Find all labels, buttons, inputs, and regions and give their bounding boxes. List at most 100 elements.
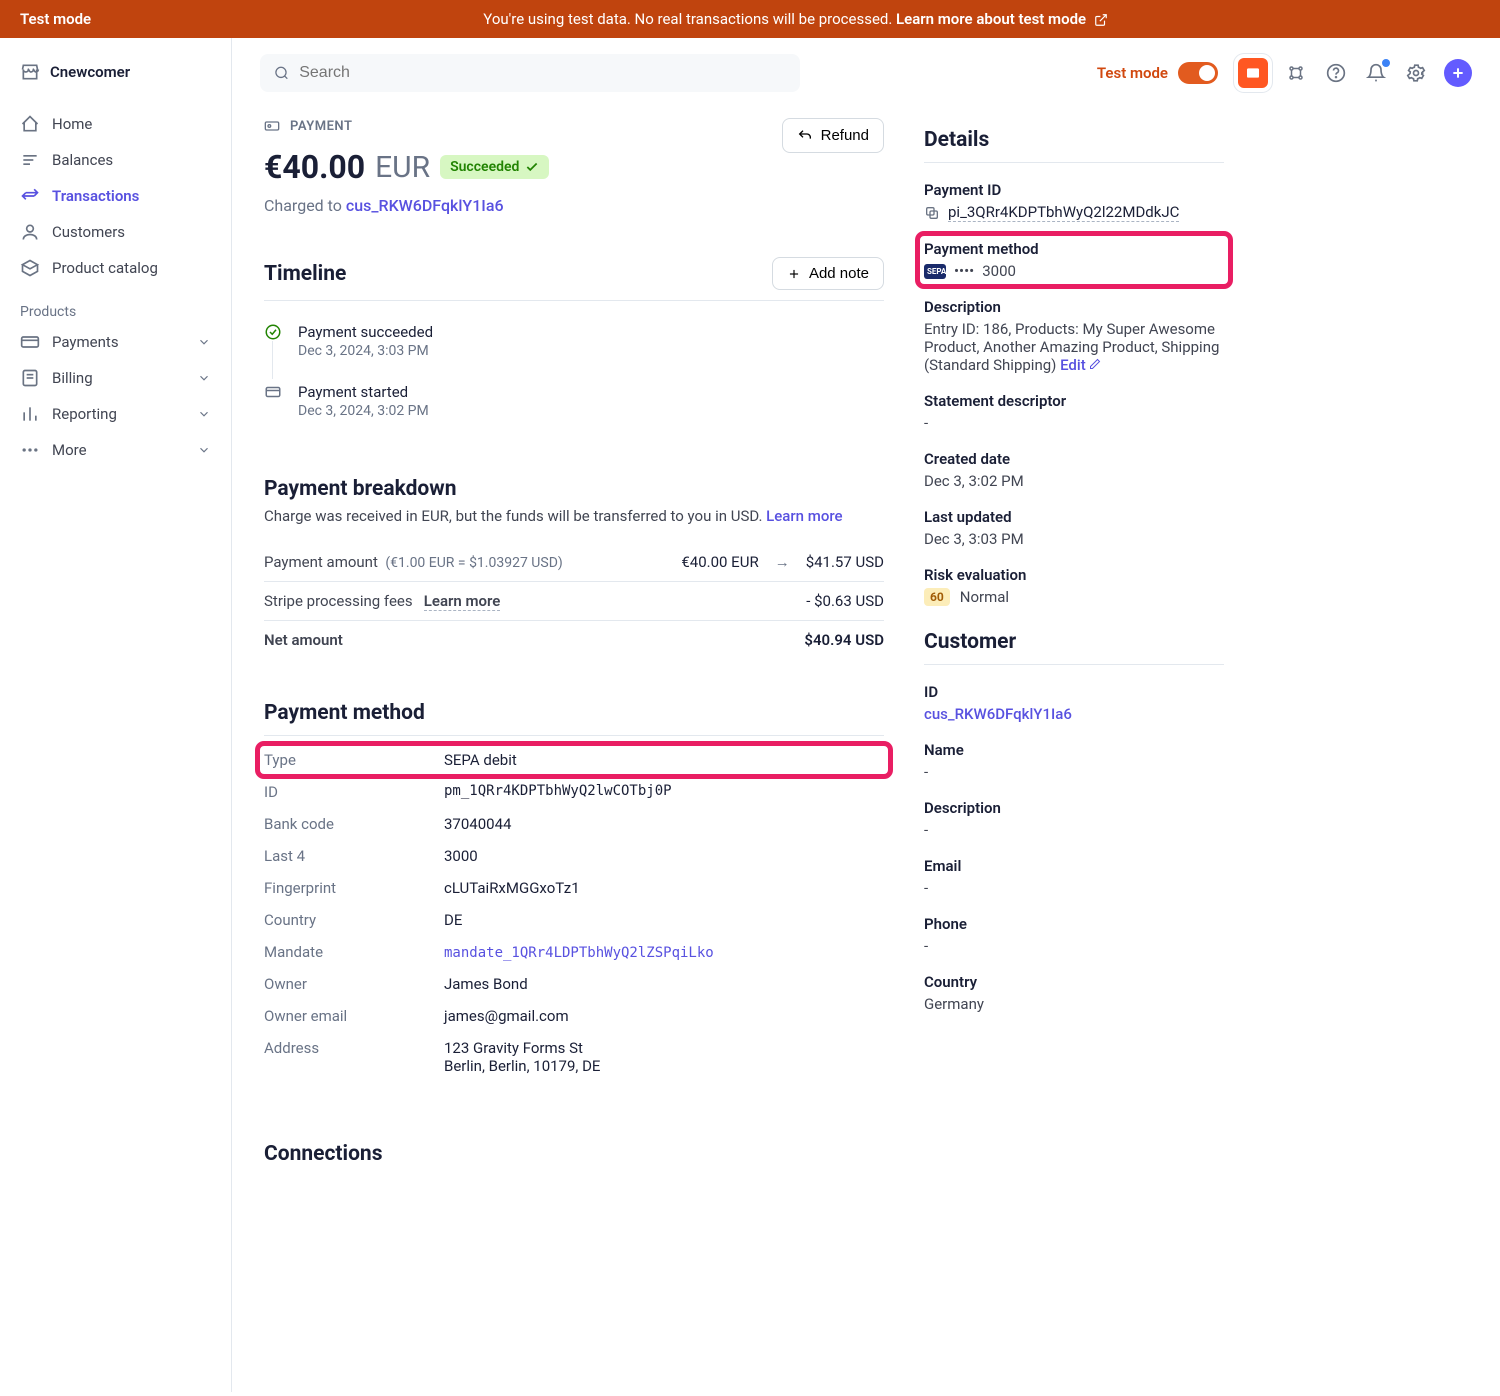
toggle-switch[interactable] [1178,62,1218,84]
timeline-item: Payment started Dec 3, 2024, 3:02 PM [264,375,884,435]
app-switcher-button[interactable] [1238,58,1268,88]
external-link-icon [1094,13,1108,27]
breakdown-row-net: Net amount $40.94 USD [264,621,884,659]
bell-icon [1366,63,1386,83]
refund-button[interactable]: Refund [782,118,884,153]
catalog-icon [20,258,40,278]
plus-icon [1450,65,1466,81]
check-circle-icon [264,323,282,341]
undo-icon [797,128,813,144]
nav-billing[interactable]: Billing [0,360,231,396]
check-icon [525,160,539,174]
customer-link[interactable]: cus_RKW6DFqklY1Ia6 [346,196,504,215]
payment-amount: €40.00 [264,148,365,186]
nav-customers[interactable]: Customers [0,214,231,250]
plus-icon [787,267,801,281]
top-actions [1238,58,1472,88]
copy-icon[interactable] [924,205,940,221]
sidebar: Cnewcomer Home Balances Transactions Cus… [0,38,232,1392]
grid-icon [1287,64,1305,82]
nav-home[interactable]: Home [0,106,231,142]
pencil-icon [1089,358,1101,370]
pm-row-fingerprint: Fingerprint cLUTaiRxMGGxoTz1 [264,872,884,904]
chevron-down-icon [197,407,211,421]
search-box[interactable] [260,54,800,92]
help-button[interactable] [1324,61,1348,85]
breakdown-learn-more-link[interactable]: Learn more [766,507,842,525]
customer-id-link[interactable]: cus_RKW6DFqklY1Ia6 [924,705,1072,723]
pm-row-owner-email: Owner email james@gmail.com [264,1000,884,1032]
create-button[interactable] [1444,59,1472,87]
customer-section-title: Customer [924,630,1224,654]
apps-grid-button[interactable] [1284,61,1308,85]
payment-currency: EUR [375,150,430,185]
left-column: PAYMENT €40.00 EUR Succeeded Charged to [264,118,884,1170]
card-icon [264,383,282,401]
pm-row-last4: Last 4 3000 [264,840,884,872]
pm-row-mandate: Mandate mandate_1QRr4LDPTbhWyQ2lZSPqiLko [264,936,884,968]
pm-row-type: Type SEPA debit [258,744,890,776]
pm-row-id: ID pm_1QRr4KDPTbhWyQ2lwCOTbj0P [264,776,884,808]
more-icon [20,440,40,460]
chevron-down-icon [197,443,211,457]
customers-icon [20,222,40,242]
reporting-icon [20,404,40,424]
nav-product-catalog[interactable]: Product catalog [0,250,231,286]
transactions-icon [20,186,40,206]
banner-title: Test mode [20,10,91,28]
banner-learn-more-link[interactable]: Learn more about test mode [896,10,1086,28]
breakdown-row: Payment amount (€1.00 EUR = $1.03927 USD… [264,543,884,582]
store-icon [20,62,40,82]
notifications-button[interactable] [1364,61,1388,85]
payments-icon [20,332,40,352]
fees-learn-more-link[interactable]: Learn more [424,592,501,611]
breakdown-title: Payment breakdown [264,477,456,501]
timeline-title: Timeline [264,262,346,286]
connections-title: Connections [264,1142,383,1166]
pm-row-owner: Owner James Bond [264,968,884,1000]
edit-description-button[interactable]: Edit [1060,356,1101,374]
workspace-selector[interactable]: Cnewcomer [0,54,231,106]
help-icon [1326,63,1346,83]
payment-eyebrow: PAYMENT [264,118,549,134]
nav-payments[interactable]: Payments [0,324,231,360]
breakdown-description: Charge was received in EUR, but the fund… [264,507,884,525]
chevron-down-icon [197,371,211,385]
pm-row-country: Country DE [264,904,884,936]
timeline-item: Payment succeeded Dec 3, 2024, 3:03 PM [264,315,884,375]
add-note-button[interactable]: Add note [772,257,884,290]
gear-icon [1406,63,1426,83]
details-title: Details [924,128,1224,152]
test-mode-toggle[interactable]: Test mode [1097,62,1218,84]
billing-icon [20,368,40,388]
search-icon [274,65,289,81]
breakdown-row: Stripe processing fees Learn more - $0.6… [264,582,884,621]
nav-more[interactable]: More [0,432,231,468]
sepa-badge-icon: SEPA [924,264,946,279]
pm-row-bankcode: Bank code 37040044 [264,808,884,840]
nav-section-products: Products [0,286,231,324]
pm-section-title: Payment method [264,701,425,725]
main-content: Test mode [232,38,1500,1392]
risk-score-badge: 60 [924,588,950,606]
message-icon [1245,65,1261,81]
payment-icon [264,118,280,134]
chevron-down-icon [197,335,211,349]
details-payment-method: Payment method SEPA •••• 3000 [918,234,1230,286]
mandate-link[interactable]: mandate_1QRr4LDPTbhWyQ2lZSPqiLko [444,945,714,961]
nav-reporting[interactable]: Reporting [0,396,231,432]
home-icon [20,114,40,134]
pm-row-address: Address 123 Gravity Forms St Berlin, Ber… [264,1032,884,1082]
settings-button[interactable] [1404,61,1428,85]
details-panel: Details Payment ID pi_3QRr4KDPTbhWyQ2l22… [924,118,1224,1170]
search-input[interactable] [299,64,786,82]
topbar: Test mode [232,38,1500,108]
charged-to: Charged to cus_RKW6DFqklY1Ia6 [264,196,549,215]
payment-id-link[interactable]: pi_3QRr4KDPTbhWyQ2l22MDdkJC [948,203,1179,222]
test-mode-banner: Test mode You're using test data. No rea… [0,0,1500,38]
status-badge: Succeeded [440,155,549,179]
banner-message: You're using test data. No real transact… [111,10,1480,28]
nav-balances[interactable]: Balances [0,142,231,178]
balances-icon [20,150,40,170]
nav-transactions[interactable]: Transactions [0,178,231,214]
